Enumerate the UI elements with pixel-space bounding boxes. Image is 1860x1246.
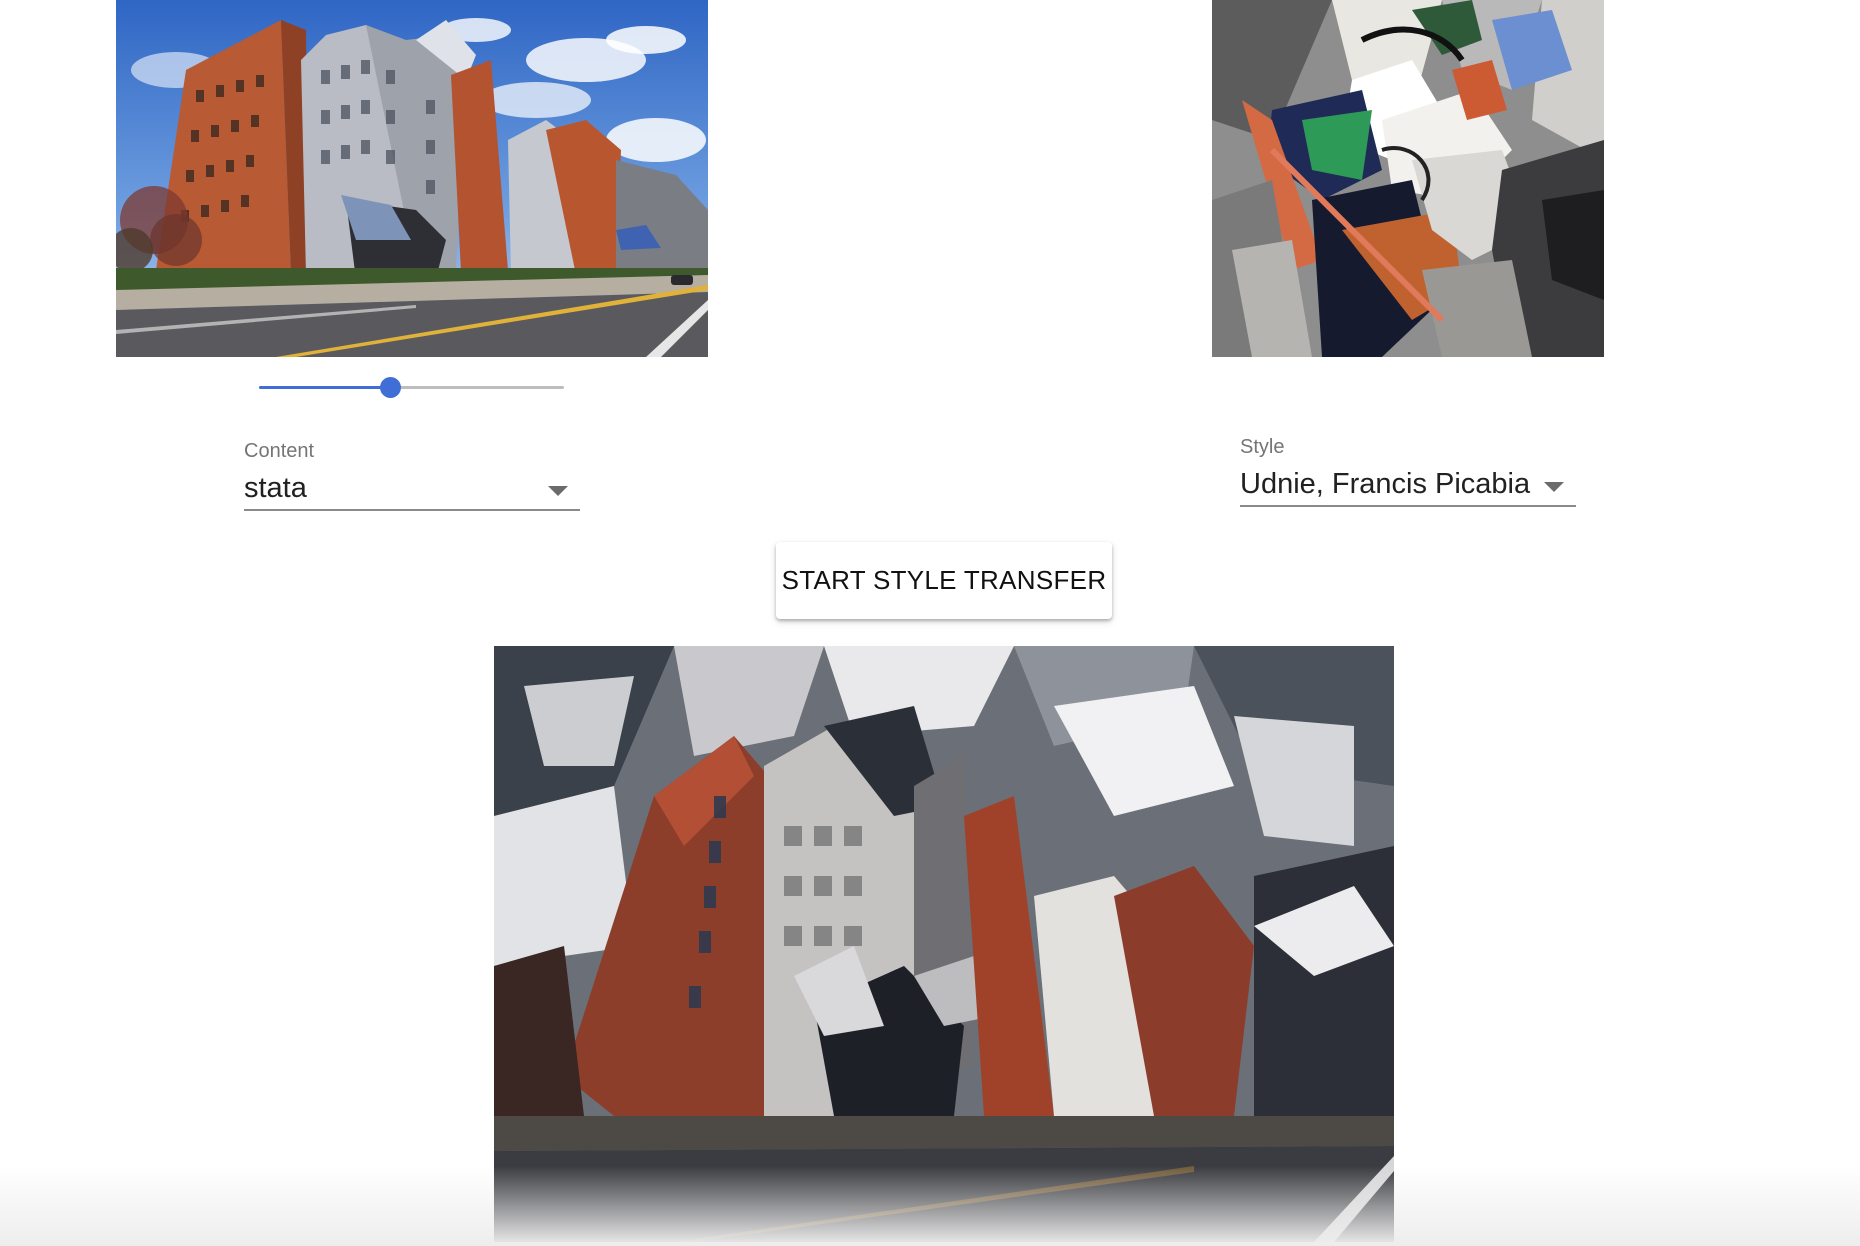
content-select[interactable]: Content stata [244,439,580,511]
content-select-control[interactable]: stata [244,469,580,511]
style-select-value[interactable]: Udnie, Francis Picabia [1240,467,1530,501]
start-style-transfer-button[interactable]: START STYLE TRANSFER [776,542,1112,619]
content-select-value[interactable]: stata [244,471,307,505]
style-select[interactable]: Style Udnie, Francis Picabia [1240,435,1576,507]
slider-thumb[interactable] [380,377,402,398]
style-select-label: Style [1240,436,1285,458]
chevron-down-icon[interactable] [1544,482,1564,492]
content-photo-stata-center [116,0,708,357]
slider-fill [259,386,391,389]
result-image [494,646,1394,1242]
style-strength-slider[interactable] [259,372,564,402]
style-painting-udnie [1212,0,1604,357]
stylized-result-image [494,646,1394,1242]
chevron-down-icon[interactable] [548,486,568,496]
style-transfer-page: Content stata Style Udnie, Francis Picab… [0,0,1860,1246]
style-select-control[interactable]: Udnie, Francis Picabia [1240,465,1576,507]
content-select-label: Content [244,440,315,462]
content-image [116,0,708,357]
style-image [1212,0,1604,357]
